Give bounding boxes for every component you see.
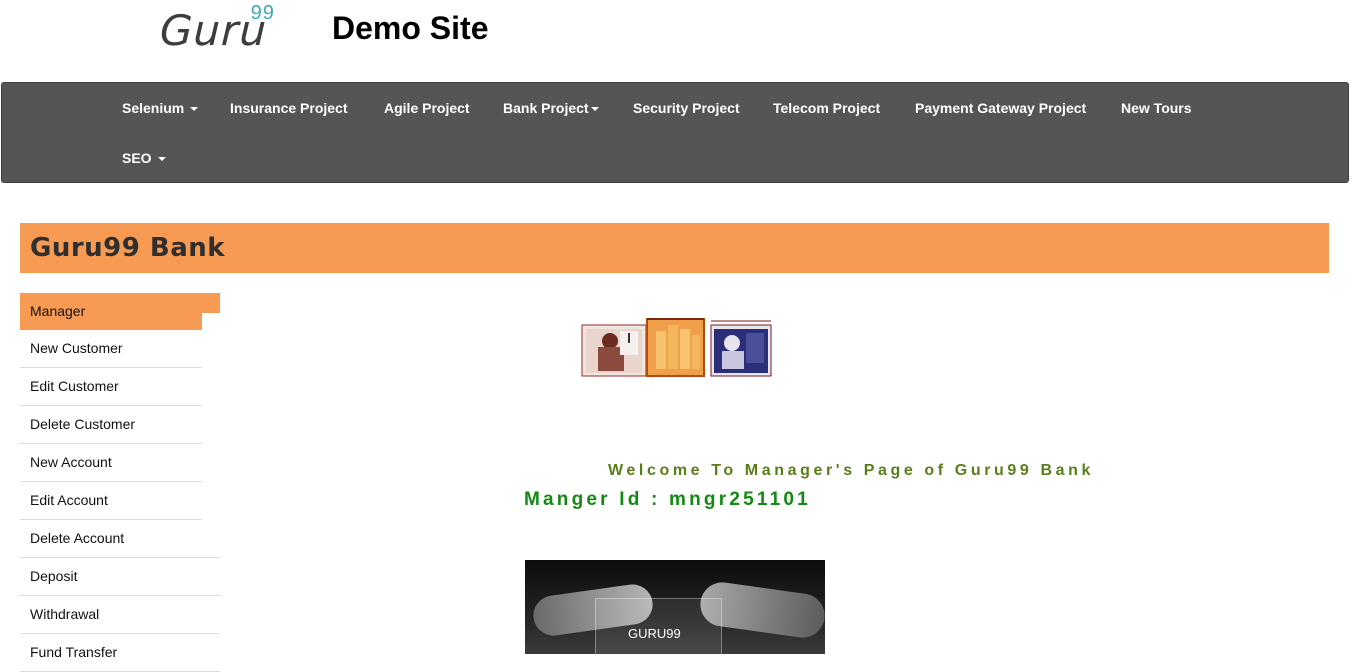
nav-item-bank-project[interactable]: Bank Project — [503, 100, 599, 116]
top-navbar: Selenium Insurance Project Agile Project… — [1, 82, 1349, 183]
nav-item-label: Telecom Project — [773, 100, 881, 116]
sidebar-item-fund-transfer[interactable]: Fund Transfer — [20, 634, 220, 672]
sidebar-item-edit-account[interactable]: Edit Account — [20, 482, 202, 520]
nav-item-new-tours[interactable]: New Tours — [1121, 100, 1192, 116]
nav-item-seo[interactable]: SEO — [122, 150, 166, 166]
guru99-card-photo: GURU99 — [525, 560, 825, 654]
nav-item-label: Bank Project — [503, 100, 589, 116]
nav-item-agile-project[interactable]: Agile Project — [384, 100, 470, 116]
sidebar-item-new-customer[interactable]: New Customer — [20, 330, 202, 368]
sidebar-item-edit-customer[interactable]: Edit Customer — [20, 368, 202, 406]
nav-item-label: New Tours — [1121, 100, 1192, 116]
sidebar-item-delete-account[interactable]: Delete Account — [20, 520, 220, 558]
nav-item-insurance-project[interactable]: Insurance Project — [230, 100, 348, 116]
sidebar-item-deposit[interactable]: Deposit — [20, 558, 220, 596]
card-text: GURU99 — [628, 626, 681, 641]
guru99-logo[interactable]: Guru 99 — [159, 2, 275, 56]
nav-item-telecom-project[interactable]: Telecom Project — [773, 100, 880, 116]
sidebar-item-withdrawal[interactable]: Withdrawal — [20, 596, 220, 634]
nav-item-payment-gateway-project[interactable]: Payment Gateway Project — [915, 100, 1086, 116]
nav-item-selenium[interactable]: Selenium — [122, 100, 199, 116]
welcome-message: Welcome To Manager's Page of Guru99 Bank — [608, 462, 1094, 479]
sidebar-menu: Manager New Customer Edit Customer Delet… — [20, 293, 220, 672]
banner-image-strip — [580, 317, 773, 378]
nav-item-label: Insurance Project — [230, 100, 348, 116]
sidebar-item-new-account[interactable]: New Account — [20, 444, 202, 482]
sidebar-item-delete-customer[interactable]: Delete Customer — [20, 406, 202, 444]
coins-image — [646, 318, 705, 377]
phone-man-image — [581, 324, 647, 377]
manager-id: Manger Id : mngr251101 — [524, 489, 811, 510]
nav-item-label: Agile Project — [384, 100, 470, 116]
nav-item-security-project[interactable]: Security Project — [633, 100, 740, 116]
nav-item-label: SEO — [122, 150, 152, 166]
caret-down-icon — [190, 107, 199, 112]
woman-image — [710, 320, 772, 377]
caret-down-icon — [590, 107, 599, 112]
bank-title: Guru99 Bank — [30, 233, 226, 263]
banner-images — [581, 318, 772, 377]
nav-item-label: Security Project — [633, 100, 740, 116]
site-title: Demo Site — [332, 10, 489, 46]
bank-banner: Guru99 Bank — [20, 223, 1329, 273]
logo-superscript: 99 — [250, 2, 276, 24]
nav-item-label: Payment Gateway Project — [915, 100, 1087, 116]
caret-down-icon — [157, 157, 166, 162]
sidebar-item-manager[interactable]: Manager — [20, 293, 220, 330]
nav-item-label: Selenium — [122, 100, 185, 116]
